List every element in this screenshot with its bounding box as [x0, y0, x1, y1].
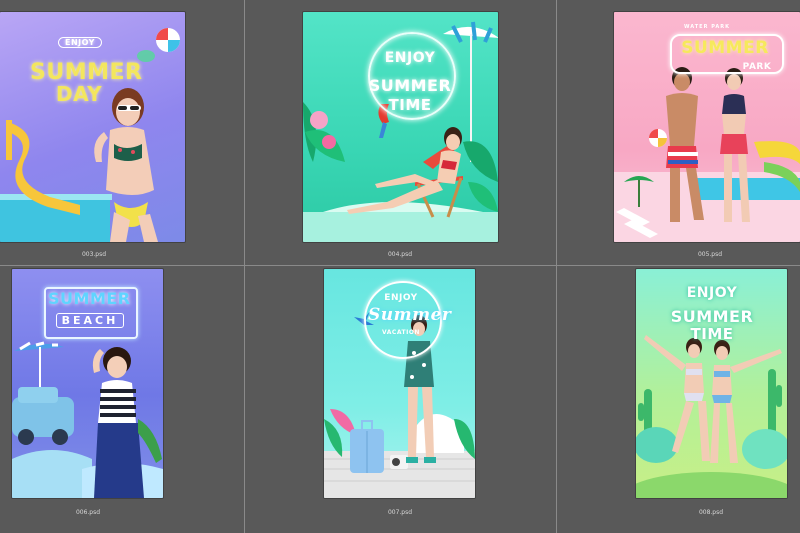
poster-headline-top: ENJOY — [384, 50, 436, 66]
poster-headline-sub: DAY — [56, 82, 103, 106]
poster-headline-top: ENJOY — [686, 285, 738, 301]
poster-headline-main: SUMMER — [48, 289, 131, 308]
poster-headline-top: ENJOY — [58, 37, 102, 48]
poster-headline-main: SUMMER — [681, 38, 769, 58]
thumbnail-003[interactable]: ENJOY SUMMER DAY — [0, 12, 185, 242]
poster-headline-main: SUMMER — [368, 76, 452, 95]
poster-headline-sub: BEACH — [56, 313, 124, 328]
poster-headline-top: ENJOY — [384, 293, 418, 303]
poster-headline-main: Summer — [368, 305, 452, 325]
poster-headline-top: WATER PARK — [684, 24, 730, 30]
summer-time-green-poster-art — [636, 335, 787, 498]
file-caption-003: 003.psd — [81, 251, 107, 258]
thumbnail-007[interactable]: ENJOY Summer VACATION — [324, 269, 475, 498]
file-caption-006: 006.psd — [75, 509, 101, 516]
poster-headline-sub: VACATION — [382, 329, 420, 336]
poster-headline-sub: TIME — [690, 325, 734, 343]
poster-headline-sub: PARK — [742, 62, 772, 72]
column-divider — [556, 0, 557, 533]
thumbnail-005[interactable]: WATER PARK SUMMER PARK — [614, 12, 800, 242]
poster-headline-sub: TIME — [388, 96, 432, 114]
thumbnail-008[interactable]: ENJOY SUMMER TIME — [636, 269, 787, 498]
file-caption-005: 005.psd — [697, 251, 723, 258]
thumbnail-grid: ENJOY SUMMER DAY 003.psd ENJOY SUMMER TI… — [0, 0, 800, 533]
file-caption-008: 008.psd — [698, 509, 724, 516]
thumbnail-006[interactable]: SUMMER BEACH — [12, 269, 163, 498]
row-divider — [0, 265, 800, 266]
file-caption-004: 004.psd — [387, 251, 413, 258]
thumbnail-004[interactable]: ENJOY SUMMER TIME — [303, 12, 498, 242]
column-divider — [244, 0, 245, 533]
poster-headline-main: SUMMER — [670, 307, 754, 326]
file-caption-007: 007.psd — [387, 509, 413, 516]
